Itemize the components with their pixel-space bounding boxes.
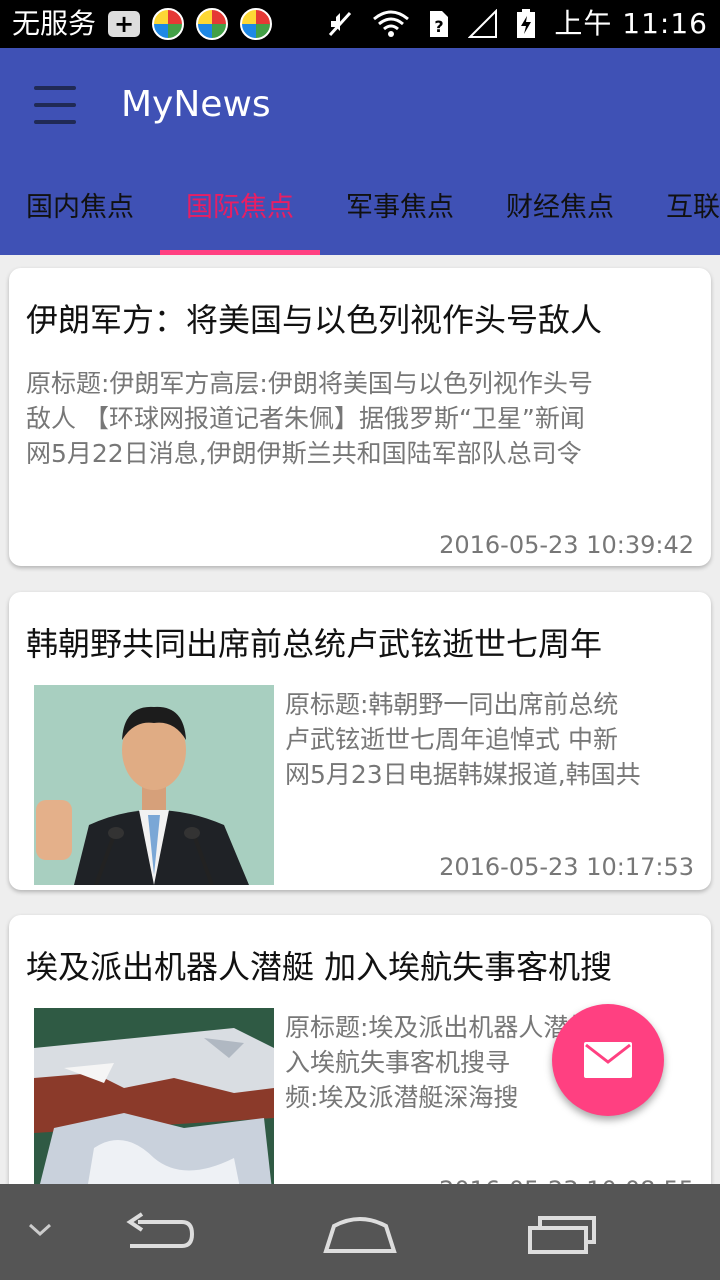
- tab-indicator: [160, 250, 320, 255]
- app-title: MyNews: [121, 84, 271, 125]
- app-notification-icon: [240, 8, 273, 40]
- no-sim-icon: ?: [430, 11, 449, 37]
- news-thumbnail: [34, 1008, 274, 1208]
- tab-international[interactable]: 国际焦点: [160, 180, 320, 255]
- battery-charging-icon: [517, 9, 536, 38]
- clock-text: 上午 11:16: [554, 7, 708, 40]
- compose-mail-button[interactable]: [552, 1004, 664, 1116]
- app-bar: MyNews 国内焦点 国际焦点 军事焦点 财经焦点 互联: [0, 48, 720, 255]
- system-nav-bar: [0, 1184, 720, 1280]
- summary-line: 原标题:韩朝野一同出席前总统: [285, 690, 619, 719]
- news-title: 埃及派出机器人潜艇 加入埃航失事客机搜: [26, 948, 613, 986]
- news-title: 伊朗军方：将美国与以色列视作头号敌人: [26, 301, 603, 339]
- summary-line: 敌人 【环球网报道记者朱佩】据俄罗斯“卫星”新闻: [26, 404, 585, 433]
- chevron-down-icon[interactable]: [26, 1220, 54, 1240]
- summary-line: 网5月23日电据韩媒报道,韩国共: [285, 760, 641, 789]
- recents-icon[interactable]: [524, 1212, 600, 1256]
- back-icon[interactable]: [122, 1212, 196, 1256]
- news-title: 韩朝野共同出席前总统卢武铉逝世七周年: [26, 625, 603, 663]
- tab-domestic[interactable]: 国内焦点: [0, 180, 160, 255]
- add-notification-icon: +: [108, 11, 141, 37]
- tab-bar: 国内焦点 国际焦点 军事焦点 财经焦点 互联: [0, 180, 720, 255]
- news-date: 2016-05-23 10:39:42: [439, 531, 694, 559]
- news-card[interactable]: 韩朝野共同出席前总统卢武铉逝世七周年 原标题:韩朝野一同出席前总统 卢武铉逝世七…: [9, 592, 711, 890]
- summary-line: 网5月22日消息,伊朗伊斯兰共和国陆军部队总司令: [26, 439, 582, 468]
- signal-icon: [468, 9, 498, 38]
- wreckage-photo: [34, 1008, 274, 1208]
- news-card[interactable]: 伊朗军方：将美国与以色列视作头号敌人 原标题:伊朗军方高层:伊朗将美国与以色列视…: [9, 268, 711, 566]
- summary-line: 原标题:伊朗军方高层:伊朗将美国与以色列视作头号: [26, 369, 593, 398]
- mail-icon: [584, 1042, 632, 1078]
- tab-internet[interactable]: 互联: [640, 180, 720, 255]
- mute-icon: [329, 11, 352, 37]
- wifi-icon: [373, 10, 410, 37]
- news-thumbnail: [34, 685, 274, 885]
- carrier-text: 无服务: [12, 7, 97, 40]
- portrait-photo: [34, 685, 274, 885]
- news-date: 2016-05-23 10:17:53: [439, 853, 694, 881]
- news-summary: 原标题:伊朗军方高层:伊朗将美国与以色列视作头号 敌人 【环球网报道记者朱佩】据…: [26, 366, 593, 471]
- app-notification-icon: [152, 8, 185, 40]
- app-notification-icon: [196, 8, 229, 40]
- news-summary: 原标题:韩朝野一同出席前总统 卢武铉逝世七周年追悼式 中新 网5月23日电据韩媒…: [285, 687, 641, 792]
- summary-line: 卢武铉逝世七周年追悼式 中新: [285, 725, 618, 754]
- status-bar: 无服务 + ? 上午 11:16: [0, 0, 720, 48]
- home-icon[interactable]: [322, 1214, 398, 1254]
- tab-finance[interactable]: 财经焦点: [480, 180, 640, 255]
- svg-text:?: ?: [435, 17, 444, 36]
- menu-icon[interactable]: [34, 84, 78, 126]
- tab-military[interactable]: 军事焦点: [320, 180, 480, 255]
